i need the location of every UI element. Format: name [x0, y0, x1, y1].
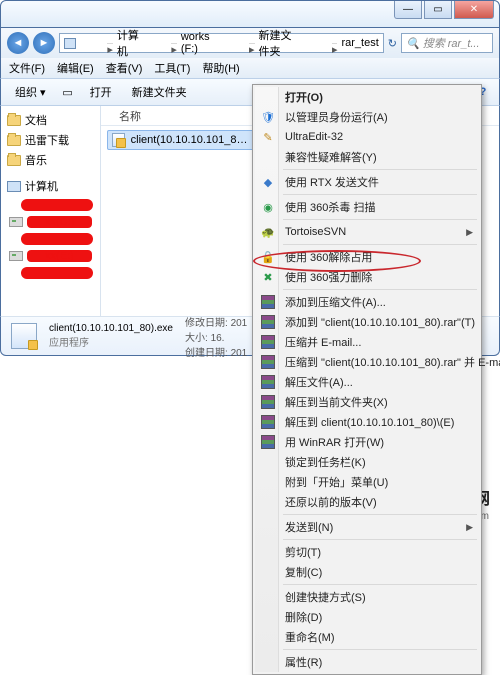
menu-file[interactable]: 文件(F): [9, 60, 45, 76]
mi-copy[interactable]: 复制(C): [255, 562, 479, 582]
mi-compat[interactable]: 兼容性疑难解答(Y): [255, 147, 479, 167]
rar-icon: [260, 394, 276, 410]
address-bar[interactable]: ▸计算机 ▸works (F:) ▸新建文件夹 ▸rar_test: [59, 33, 384, 53]
mi-ultraedit[interactable]: ✎UltraEdit-32: [255, 127, 479, 147]
rar-icon: [260, 354, 276, 370]
mi-open[interactable]: 打开(O): [255, 87, 479, 107]
open-button[interactable]: 打开: [84, 82, 118, 102]
close-button[interactable]: ✕: [454, 1, 494, 19]
organize-button[interactable]: 组织 ▾: [9, 82, 52, 102]
shield-icon: 🛡: [260, 109, 276, 125]
tree-item-drive[interactable]: xx(C:): [9, 214, 94, 230]
menu-tools[interactable]: 工具(T): [154, 60, 190, 76]
menu-view[interactable]: 查看(V): [106, 60, 143, 76]
mi-pin-taskbar[interactable]: 锁定到任务栏(K): [255, 452, 479, 472]
mi-360-scan[interactable]: ◉使用 360杀毒 扫描: [255, 197, 479, 217]
mi-add-to-rar[interactable]: 添加到 "client(10.10.10.101_80).rar"(T): [255, 312, 479, 332]
tree-item-thunder[interactable]: 迅雷下载: [7, 130, 94, 150]
drive-icon: [9, 217, 23, 227]
rar-icon: [260, 414, 276, 430]
redacted-drive: [21, 267, 93, 279]
folder-icon: [7, 155, 21, 166]
folder-icon: [7, 135, 21, 146]
search-placeholder: 搜索 rar_t...: [423, 35, 480, 51]
tree-item-documents[interactable]: 文档: [7, 110, 94, 130]
mi-360-forcedel[interactable]: ✖使用 360强力删除: [255, 267, 479, 287]
folder-icon: [7, 115, 21, 126]
mi-add-to-archive[interactable]: 添加到压缩文件(A)...: [255, 292, 479, 312]
mi-360-unlock[interactable]: 🔓使用 360解除占用: [255, 247, 479, 267]
details-filename: client(10.10.10.101_80).exe: [49, 323, 173, 334]
mi-extract[interactable]: 解压文件(A)...: [255, 372, 479, 392]
rar-icon: [260, 314, 276, 330]
mi-compress-rar-email[interactable]: 压缩到 "client(10.10.10.101_80).rar" 并 E-ma…: [255, 352, 479, 372]
rar-icon: [260, 334, 276, 350]
maximize-button[interactable]: ▭: [424, 1, 452, 19]
rar-icon: [260, 434, 276, 450]
mi-send-to[interactable]: 发送到(N)▶: [255, 517, 479, 537]
menu-edit[interactable]: 编辑(E): [57, 60, 94, 76]
open-icon: ▭: [60, 84, 76, 100]
mi-pin-start[interactable]: 附到「开始」菜单(U): [255, 472, 479, 492]
mi-extract-to[interactable]: 解压到 client(10.10.10.101_80)\(E): [255, 412, 479, 432]
titlebar: — ▭ ✕: [0, 0, 500, 28]
redacted-drive: [21, 199, 93, 211]
submenu-arrow-icon: ▶: [466, 227, 473, 238]
rar-icon: [260, 294, 276, 310]
nav-tree[interactable]: 文档 迅雷下载 音乐 计算机 xx(C:) xx(E:): [1, 106, 101, 316]
refresh-icon[interactable]: ↻: [388, 37, 397, 50]
mi-cut[interactable]: 剪切(T): [255, 542, 479, 562]
mi-open-winrar[interactable]: 用 WinRAR 打开(W): [255, 432, 479, 452]
breadcrumb-seg[interactable]: 计算机: [117, 27, 140, 59]
mi-delete[interactable]: 删除(D): [255, 607, 479, 627]
breadcrumb-seg[interactable]: works (F:): [181, 31, 218, 55]
mi-create-shortcut[interactable]: 创建快捷方式(S): [255, 587, 479, 607]
search-input[interactable]: 🔍 搜索 rar_t...: [401, 33, 493, 53]
computer-icon: [64, 38, 76, 49]
minimize-button[interactable]: —: [394, 1, 422, 19]
tree-item-computer[interactable]: 计算机: [7, 176, 94, 196]
mi-rename[interactable]: 重命名(M): [255, 627, 479, 647]
mi-run-as-admin[interactable]: 🛡以管理员身份运行(A): [255, 107, 479, 127]
rar-icon: [260, 374, 276, 390]
context-menu: 打开(O) 🛡以管理员身份运行(A) ✎UltraEdit-32 兼容性疑难解答…: [252, 84, 482, 675]
forward-button[interactable]: ►: [33, 32, 55, 54]
file-thumbnail: [9, 321, 39, 351]
details-filetype: 应用程序: [49, 334, 173, 349]
breadcrumb-seg[interactable]: 新建文件夹: [259, 27, 301, 59]
redacted-drive: [21, 233, 93, 245]
menubar: 文件(F) 编辑(E) 查看(V) 工具(T) 帮助(H): [0, 58, 500, 78]
mi-restore-prev[interactable]: 还原以前的版本(V): [255, 492, 479, 512]
breadcrumb-seg[interactable]: rar_test: [341, 37, 378, 49]
rtx-icon: ◆: [260, 174, 276, 190]
back-button[interactable]: ◄: [7, 32, 29, 54]
ultraedit-icon: ✎: [260, 129, 276, 145]
unlock-icon: 🔓: [260, 249, 276, 265]
mi-properties[interactable]: 属性(R): [255, 652, 479, 672]
mi-rtx-send[interactable]: ◆使用 RTX 发送文件: [255, 172, 479, 192]
submenu-arrow-icon: ▶: [466, 522, 473, 533]
scan-icon: ◉: [260, 199, 276, 215]
tree-item-music[interactable]: 音乐: [7, 150, 94, 170]
tree-item-drive[interactable]: xx(E:): [9, 248, 94, 264]
file-name: client(10.10.10.101_80).exe: [131, 134, 252, 146]
mi-extract-here[interactable]: 解压到当前文件夹(X): [255, 392, 479, 412]
computer-icon: [7, 181, 21, 192]
mi-compress-email[interactable]: 压缩并 E-mail...: [255, 332, 479, 352]
menu-help[interactable]: 帮助(H): [202, 60, 239, 76]
search-icon: 🔍: [406, 37, 420, 50]
new-folder-button[interactable]: 新建文件夹: [126, 82, 193, 102]
exe-icon: [112, 133, 125, 147]
drive-icon: [9, 251, 23, 261]
force-delete-icon: ✖: [260, 269, 276, 285]
nav-row: ◄ ► ▸计算机 ▸works (F:) ▸新建文件夹 ▸rar_test ↻ …: [0, 28, 500, 58]
tortoisesvn-icon: 🐢: [260, 224, 276, 240]
file-row-selected[interactable]: client(10.10.10.101_80).exe: [107, 130, 257, 150]
mi-tortoisesvn[interactable]: 🐢TortoiseSVN▶: [255, 222, 479, 242]
